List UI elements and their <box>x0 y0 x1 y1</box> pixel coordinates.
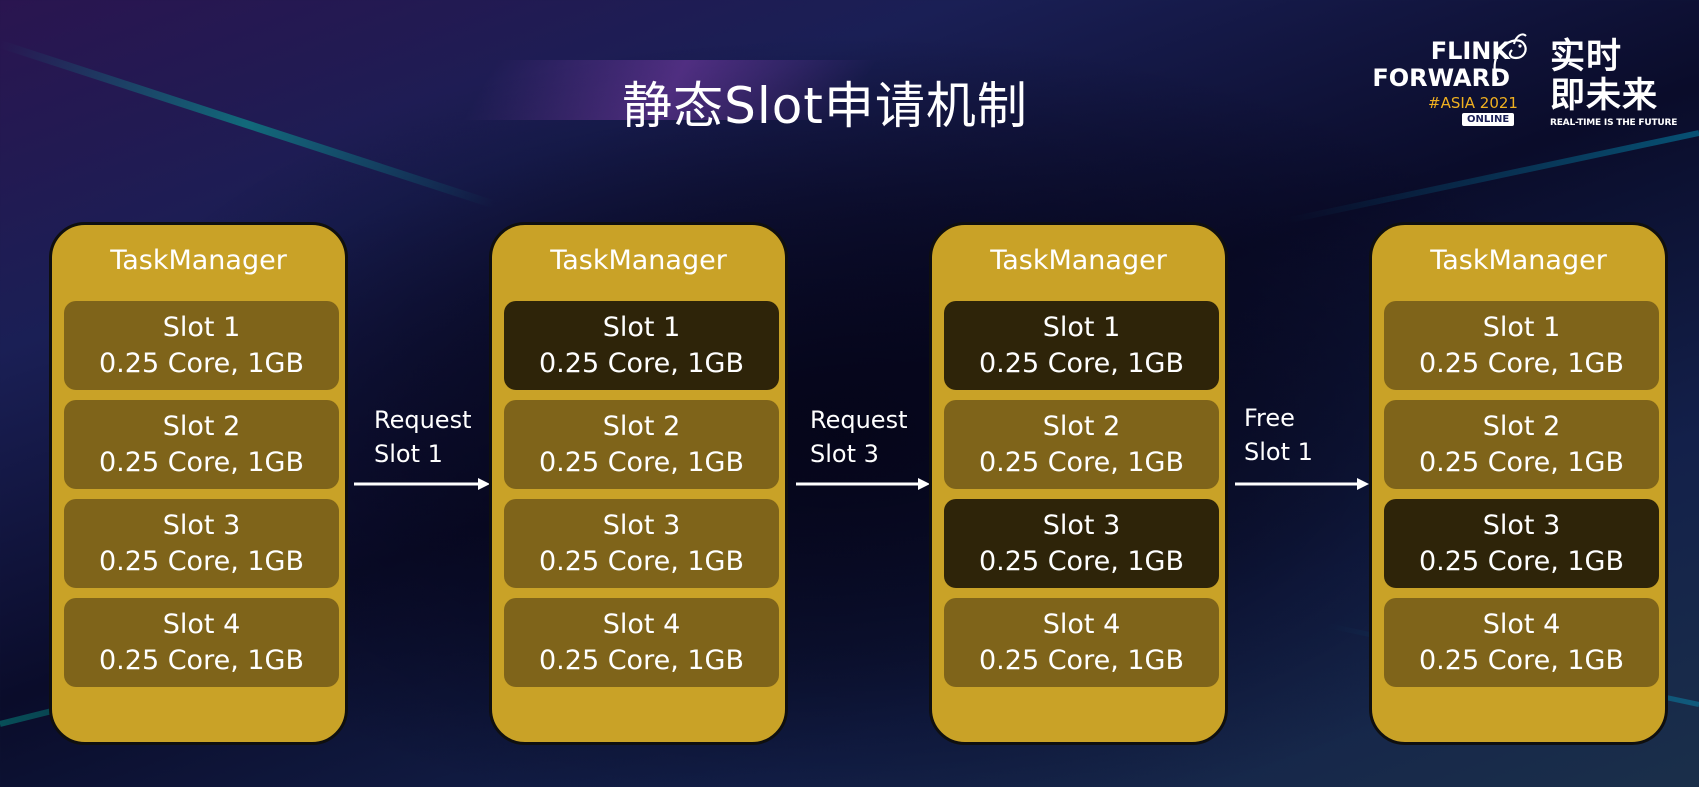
slot-box: Slot 1 0.25 Core, 1GB <box>504 301 779 390</box>
slot-box: Slot 2 0.25 Core, 1GB <box>1384 400 1659 489</box>
slot-name: Slot 2 <box>1042 411 1121 442</box>
transition-label: Free Slot 1 <box>1244 401 1313 469</box>
slot-name: Slot 2 <box>162 411 241 442</box>
right-arrow-icon <box>1235 478 1369 490</box>
slot-resource: 0.25 Core, 1GB <box>1419 546 1624 577</box>
logo-wordmark: FLINK FORWARD <box>1370 38 1510 92</box>
slot-box: Slot 1 0.25 Core, 1GB <box>944 301 1219 390</box>
taskmanager-box: TaskManager Slot 1 0.25 Core, 1GB Slot 2… <box>489 222 788 745</box>
transition-target: Slot 3 <box>810 440 879 468</box>
slot-name: Slot 3 <box>1482 510 1561 541</box>
slot-resource: 0.25 Core, 1GB <box>1419 348 1624 379</box>
slot-name: Slot 2 <box>1482 411 1561 442</box>
slot-name: Slot 3 <box>1042 510 1121 541</box>
slot-box: Slot 4 0.25 Core, 1GB <box>504 598 779 687</box>
slot-resource: 0.25 Core, 1GB <box>979 447 1184 478</box>
flink-forward-logo: FLINK FORWARD #ASIA 2021 ONLINE 实时 即未来 R… <box>1360 30 1677 130</box>
slot-resource: 0.25 Core, 1GB <box>1419 645 1624 676</box>
slot-resource: 0.25 Core, 1GB <box>539 546 744 577</box>
transition-action: Free <box>1244 404 1295 432</box>
logo-cn-line2: 即未来 <box>1550 76 1659 116</box>
slot-name: Slot 1 <box>162 312 241 343</box>
logo-english-slogan: REAL-TIME IS THE FUTURE <box>1550 118 1678 128</box>
slot-name: Slot 1 <box>602 312 681 343</box>
slot-box: Slot 4 0.25 Core, 1GB <box>1384 598 1659 687</box>
squirrel-icon <box>1493 33 1527 81</box>
right-arrow-icon <box>796 478 930 490</box>
slot-resource: 0.25 Core, 1GB <box>539 348 744 379</box>
slot-name: Slot 3 <box>602 510 681 541</box>
slot-box: Slot 4 0.25 Core, 1GB <box>64 598 339 687</box>
logo-asia-text: #ASIA 2021 <box>1428 94 1518 112</box>
slot-name: Slot 4 <box>1482 609 1561 640</box>
slot-resource: 0.25 Core, 1GB <box>99 645 304 676</box>
slot-resource: 0.25 Core, 1GB <box>99 348 304 379</box>
background-light-streak <box>1287 130 1699 224</box>
taskmanager-box: TaskManager Slot 1 0.25 Core, 1GB Slot 2… <box>1369 222 1668 745</box>
transition-target: Slot 1 <box>374 440 443 468</box>
taskmanager-title: TaskManager <box>110 245 287 276</box>
slot-name: Slot 1 <box>1042 312 1121 343</box>
slot-box: Slot 3 0.25 Core, 1GB <box>1384 499 1659 588</box>
logo-chinese-slogan: 实时 即未来 <box>1550 38 1670 116</box>
slot-name: Slot 2 <box>602 411 681 442</box>
transition-target: Slot 1 <box>1244 438 1313 466</box>
transition-label: Request Slot 1 <box>374 403 472 471</box>
logo-online-badge: ONLINE <box>1462 113 1515 126</box>
slot-box: Slot 1 0.25 Core, 1GB <box>64 301 339 390</box>
slot-name: Slot 1 <box>1482 312 1561 343</box>
slot-resource: 0.25 Core, 1GB <box>539 645 744 676</box>
slot-resource: 0.25 Core, 1GB <box>979 645 1184 676</box>
slot-name: Slot 4 <box>1042 609 1121 640</box>
slot-resource: 0.25 Core, 1GB <box>99 546 304 577</box>
slot-box: Slot 2 0.25 Core, 1GB <box>504 400 779 489</box>
slot-name: Slot 4 <box>602 609 681 640</box>
transition-action: Request <box>374 406 472 434</box>
taskmanager-box: TaskManager Slot 1 0.25 Core, 1GB Slot 2… <box>49 222 348 745</box>
transition-action: Request <box>810 406 908 434</box>
slot-box: Slot 3 0.25 Core, 1GB <box>64 499 339 588</box>
taskmanager-title: TaskManager <box>1430 245 1607 276</box>
slot-box: Slot 1 0.25 Core, 1GB <box>1384 301 1659 390</box>
slot-resource: 0.25 Core, 1GB <box>979 348 1184 379</box>
right-arrow-icon <box>354 478 490 490</box>
slot-resource: 0.25 Core, 1GB <box>99 447 304 478</box>
logo-forward-text: FORWARD <box>1372 64 1510 92</box>
slot-resource: 0.25 Core, 1GB <box>539 447 744 478</box>
taskmanager-title: TaskManager <box>990 245 1167 276</box>
slot-resource: 0.25 Core, 1GB <box>979 546 1184 577</box>
logo-flink-text: FLINK <box>1430 37 1510 65</box>
slot-resource: 0.25 Core, 1GB <box>1419 447 1624 478</box>
slot-box: Slot 3 0.25 Core, 1GB <box>944 499 1219 588</box>
slot-box: Slot 2 0.25 Core, 1GB <box>944 400 1219 489</box>
logo-cn-line1: 实时 <box>1550 37 1623 77</box>
slot-name: Slot 3 <box>162 510 241 541</box>
slot-name: Slot 4 <box>162 609 241 640</box>
taskmanager-title: TaskManager <box>550 245 727 276</box>
transition-label: Request Slot 3 <box>810 403 908 471</box>
taskmanager-box: TaskManager Slot 1 0.25 Core, 1GB Slot 2… <box>929 222 1228 745</box>
slot-box: Slot 3 0.25 Core, 1GB <box>504 499 779 588</box>
slot-box: Slot 2 0.25 Core, 1GB <box>64 400 339 489</box>
slot-box: Slot 4 0.25 Core, 1GB <box>944 598 1219 687</box>
